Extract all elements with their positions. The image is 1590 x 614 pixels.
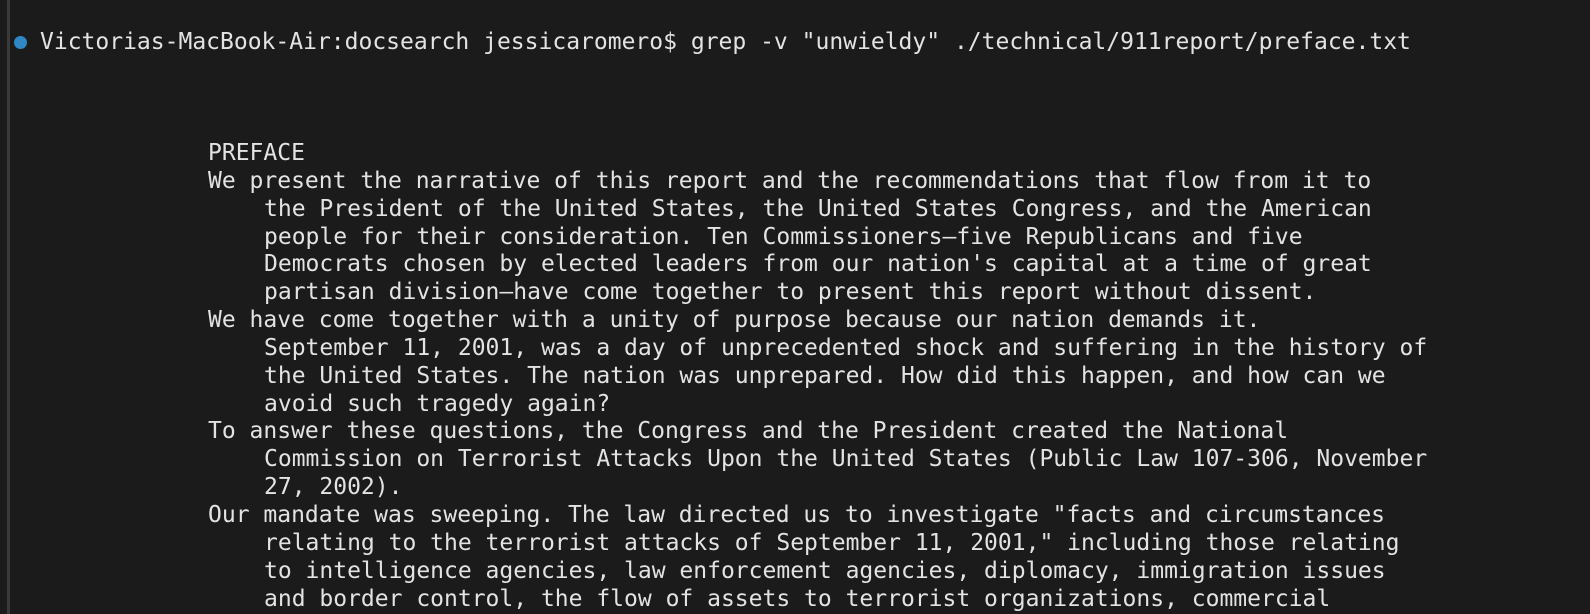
command-output: PREFACE We present the narrative of this …: [208, 140, 1427, 613]
output-line: and border control, the flow of assets t…: [264, 585, 1331, 612]
output-line: people for their consideration. Ten Comm…: [264, 223, 1303, 250]
shell-prompt: Victorias-MacBook-Air:docsearch jessicar…: [40, 29, 677, 55]
output-line: We present the narrative of this report …: [208, 167, 1372, 194]
output-line: We have come together with a unity of pu…: [208, 307, 1261, 334]
command-status-dot-icon[interactable]: [14, 35, 27, 49]
output-line: the United States. The nation was unprep…: [264, 362, 1386, 389]
output-line: Democrats chosen by elected leaders from…: [264, 251, 1372, 278]
output-line: To answer these questions, the Congress …: [208, 418, 1289, 445]
command-line: Victorias-MacBook-Air:docsearch jessicar…: [14, 26, 1411, 58]
output-line: PREFACE: [208, 140, 305, 166]
output-line: relating to the terrorist attacks of Sep…: [264, 529, 1400, 556]
output-line: September 11, 2001, was a day of unprece…: [264, 334, 1428, 361]
output-line: 27, 2002).: [264, 474, 403, 501]
terminal-window[interactable]: Victorias-MacBook-Air:docsearch jessicar…: [0, 0, 1590, 614]
output-line: Commission on Terrorist Attacks Upon the…: [264, 446, 1428, 473]
command-gutter-bar: [7, 0, 10, 614]
output-line: the President of the United States, the …: [264, 195, 1372, 222]
command-text: grep -v "unwieldy" ./technical/911report…: [690, 29, 1411, 55]
output-line: avoid such tragedy again?: [264, 390, 611, 417]
output-line: to intelligence agencies, law enforcemen…: [264, 557, 1386, 584]
output-line: Our mandate was sweeping. The law direct…: [208, 501, 1386, 528]
output-line: partisan division—have come together to …: [264, 279, 1317, 306]
